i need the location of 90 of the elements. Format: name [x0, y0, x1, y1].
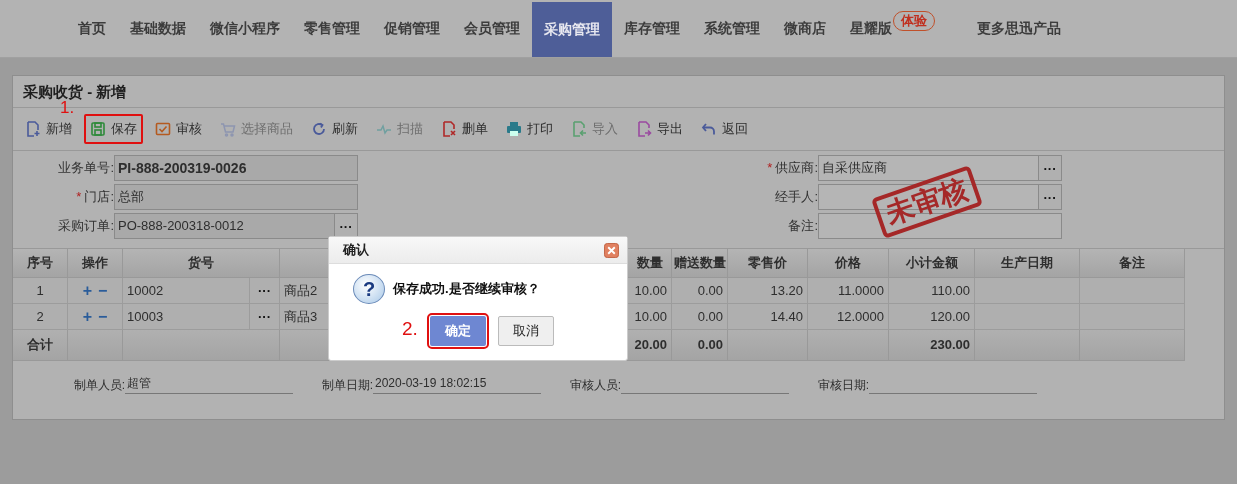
input-field[interactable]: PO-888-200318-0012 [114, 213, 335, 239]
column-header: 备注 [1080, 249, 1185, 278]
field-label: 审核人员: [568, 377, 621, 394]
dialog-button[interactable]: 取消 [498, 316, 554, 346]
nav-tab[interactable]: 库存管理 [612, 0, 692, 57]
column-header: 赠送数量 [672, 249, 728, 278]
fill-in-line: 超管 [125, 373, 293, 394]
add-row-icon[interactable]: + [82, 308, 92, 325]
add-row-icon[interactable]: + [82, 282, 92, 299]
lookup-button[interactable]: ··· [335, 213, 358, 239]
table-cell: 20.00 [628, 330, 672, 361]
field-label: 经手人: [775, 189, 818, 204]
lookup-button[interactable]: ··· [258, 283, 271, 298]
table-cell: 1 [13, 278, 68, 304]
fill-in-line: 2020-03-19 18:02:15 [373, 373, 541, 394]
toolbar-button[interactable]: 返回 [695, 114, 754, 144]
nav-tab[interactable]: 星耀版 体验 [838, 0, 947, 57]
column-header: 货号 [123, 249, 280, 278]
field-label: 供应商: [775, 160, 818, 175]
close-icon[interactable] [604, 242, 619, 258]
toolbar-icon [311, 121, 327, 137]
nav-tab[interactable]: 微信小程序 [198, 0, 292, 57]
remove-row-icon[interactable]: − [98, 282, 108, 299]
table-cell: 10002 [123, 278, 250, 304]
toolbar-button[interactable]: 新增 [19, 114, 78, 144]
table-cell: 110.00 [889, 278, 975, 304]
remove-row-icon[interactable]: − [98, 308, 108, 325]
toolbar-icon [506, 121, 522, 137]
nav-tab[interactable]: 基础数据 [118, 0, 198, 57]
field-label: 制单日期: [320, 377, 373, 394]
table-cell: 10.00 [628, 278, 672, 304]
toolbar-button[interactable]: 打印 [500, 114, 559, 144]
question-icon: ? [353, 274, 385, 304]
column-header: 数量 [628, 249, 672, 278]
toolbar-icon [220, 121, 236, 137]
field-label: 门店: [84, 189, 114, 204]
toolbar-icon [90, 121, 106, 137]
nav-tab[interactable]: 系统管理 [692, 0, 772, 57]
nav-tab[interactable]: 微商店 [772, 0, 838, 57]
table-cell: 2 [13, 304, 68, 330]
lookup-button[interactable]: ··· [1039, 155, 1062, 181]
input-field[interactable]: 总部 [114, 184, 358, 210]
field-label: 业务单号: [58, 160, 114, 175]
required-mark: * [767, 160, 773, 175]
table-cell: 0.00 [672, 278, 728, 304]
table-cell: 10.00 [628, 304, 672, 330]
lookup-button[interactable]: ··· [258, 309, 271, 324]
nav-tab[interactable]: 零售管理 [292, 0, 372, 57]
field-label: 备注: [788, 218, 818, 233]
table-cell: 11.0000 [808, 278, 889, 304]
column-header: 小计金额 [889, 249, 975, 278]
table-cell: 13.20 [728, 278, 808, 304]
toolbar-button[interactable]: 导出 [630, 114, 689, 144]
dialog-message: 保存成功.是否继续审核？ [393, 280, 540, 298]
nav-tab[interactable]: 首页 [66, 0, 118, 57]
column-header: 操作 [68, 249, 123, 278]
column-header: 价格 [808, 249, 889, 278]
dialog-title: 确认 [343, 241, 369, 259]
toolbar-icon [155, 121, 171, 137]
toolbar-button[interactable]: 刷新 [305, 114, 364, 144]
field-label: 审核日期: [816, 377, 869, 394]
input-field[interactable]: PI-888-200319-0026 [114, 155, 358, 181]
toolbar-icon [701, 121, 717, 137]
toolbar-button[interactable]: 保存 [84, 114, 143, 144]
toolbar-icon [25, 121, 41, 137]
table-cell: 合计 [13, 330, 68, 361]
nav-tab[interactable]: 促销管理 [372, 0, 452, 57]
table-cell: 10003 [123, 304, 250, 330]
field-label: 采购订单: [58, 218, 114, 233]
lookup-button[interactable]: ··· [1039, 184, 1062, 210]
nav-tab[interactable]: 采购管理 [532, 2, 612, 57]
field-label: 制单人员: [72, 377, 125, 394]
table-cell: 0.00 [672, 330, 728, 361]
table-cell: 14.40 [728, 304, 808, 330]
table-cell: 0.00 [672, 304, 728, 330]
table-cell: 120.00 [889, 304, 975, 330]
table-cell: 230.00 [889, 330, 975, 361]
dialog-button[interactable]: 确定 [430, 316, 486, 346]
table-cell: 12.0000 [808, 304, 889, 330]
toolbar-icon [636, 121, 652, 137]
column-header: 生产日期 [975, 249, 1080, 278]
toolbar-button[interactable]: 删单 [435, 114, 494, 144]
nav-tab[interactable]: 更多思迅产品 [965, 0, 1073, 57]
toolbar-icon [571, 121, 587, 137]
toolbar-icon [441, 121, 457, 137]
nav-tab[interactable]: 会员管理 [452, 0, 532, 57]
toolbar-button[interactable]: 审核 [149, 114, 208, 144]
column-header: 序号 [13, 249, 68, 278]
column-header: 零售价 [728, 249, 808, 278]
required-mark: * [76, 189, 82, 204]
